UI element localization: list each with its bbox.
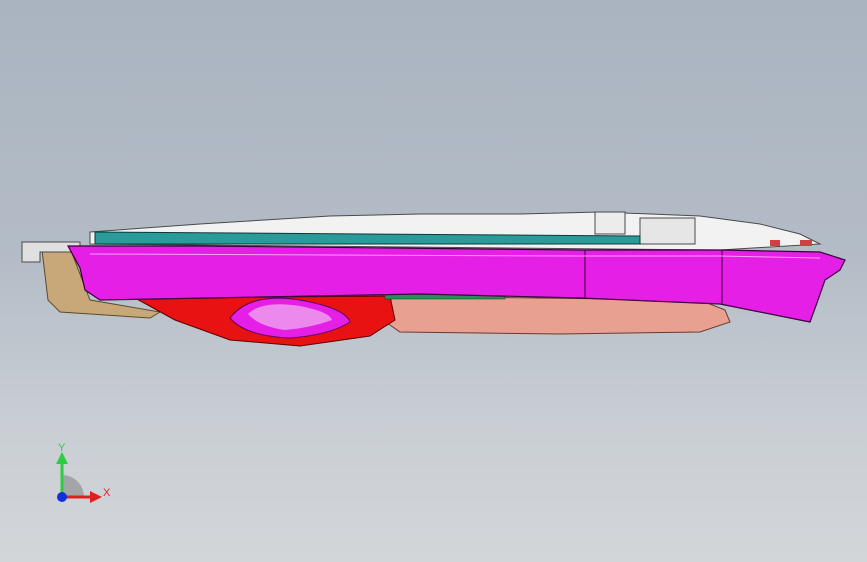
red-accent [770,240,780,246]
3d-viewport[interactable]: Y X [0,0,867,562]
cad-model[interactable] [0,0,867,562]
y-axis-label: Y [58,442,66,454]
x-axis-label: X [103,487,111,499]
axis-triad: Y X [56,442,111,503]
white-internal-block [594,211,626,235]
white-internal-block-2 [639,217,696,245]
z-axis-dot [57,492,67,502]
red-accent-2 [800,240,812,246]
x-axis-arrow [90,491,102,503]
